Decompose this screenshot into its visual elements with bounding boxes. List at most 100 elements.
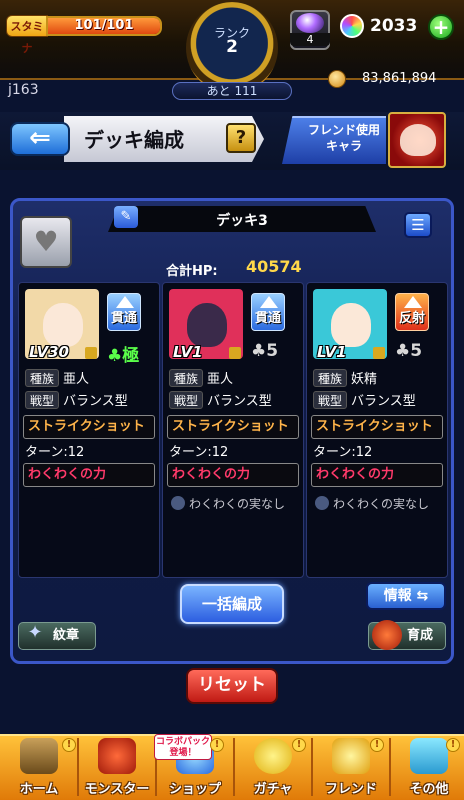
stamina-bar: 101/101 [46,16,162,36]
monster-level: LV1 [317,343,347,361]
heart-icon: ♥ [33,225,59,258]
help-button[interactable]: ? [226,123,256,153]
special-ability-label: わくわくの力 [23,463,155,487]
emblem-icon: ✦ [27,622,43,643]
skill-turn: ターン:12 [313,445,373,460]
rank-next-exp: あと 111 [172,82,292,100]
lock-icon [85,347,97,359]
alert-icon: ! [62,738,76,752]
nav-label: フレンド [324,782,377,797]
nav-label: その他 [409,782,449,797]
house-icon [20,738,58,774]
strike-shot-label: ストライクショット [167,415,299,439]
monster-race: 亜人 [63,372,90,387]
coin-icon [328,70,346,88]
special-ability-label: わくわくの力 [311,463,443,487]
rank-value: 2 [226,37,238,57]
type-tag: 戦型 [313,391,347,409]
strike-shot-label: ストライクショット [311,415,443,439]
monster-slot-2[interactable]: LV1 貫通 ♣5 種族 亜人 戦型 バランス型 ストライクショット ターン:12 … [162,282,304,578]
lock-icon [229,347,241,359]
monster-slot-1[interactable]: LV30 貫通 ♣極 種族 亜人 戦型 バランス型 ストライクショット ターン:12… [18,282,160,578]
type-tag: 戦型 [169,391,203,409]
user-id: j163 [8,82,39,98]
skill-turn: ターン:12 [169,445,229,460]
skill-turn: ターン:12 [25,445,85,460]
nav-label: ガチャ [253,782,293,797]
nav-monster[interactable]: モンスター [78,734,156,800]
crystal-count: 2033 [370,16,418,36]
type-row: 戦型 バランス型 [313,391,441,411]
dragon-icon [400,124,436,156]
buy-crystal-button[interactable]: + [428,14,454,40]
nav-label: ショップ [168,782,221,797]
race-tag: 種族 [25,369,59,387]
monster-icon [98,738,136,774]
race-row: 種族 亜人 [169,369,297,389]
fruit-label: わくわくの実なし [333,497,430,511]
alert-icon: ! [370,738,384,752]
race-tag: 種族 [169,369,203,387]
arrow-up-icon [404,296,422,308]
crystal-icon [340,14,364,38]
page-title: デッキ編成 [84,128,184,152]
deck-list-button[interactable]: ☰ [404,212,432,238]
arrow-up-icon [116,296,134,308]
orb-icon [296,13,324,33]
pencil-icon[interactable]: ✎ [114,206,138,228]
fruit-label: わくわくの実なし [189,497,286,511]
type-tag: 戦型 [25,391,59,409]
race-tag: 種族 [313,369,347,387]
alert-icon: ! [292,738,306,752]
monster-face [187,303,227,347]
nav-label: ホーム [19,782,59,797]
collab-pack-badge: コラボパック 登場！ [154,734,212,760]
race-row: 種族 亜人 [25,369,153,389]
strike-shot-label: ストライクショット [23,415,155,439]
gacha-icon [254,738,292,774]
friend-character-label: フレンド使用 キャラ [307,123,380,153]
monster-race: 妖精 [351,372,378,387]
alert-icon: ! [210,738,224,752]
fruit-icon [315,496,329,510]
back-button[interactable]: ⇐ [10,122,70,156]
monster-face [331,303,371,347]
monster-rarity: ♣5 [395,341,423,361]
arrow-up-icon [260,296,278,308]
alert-icon: ! [446,738,460,752]
fruit-icon [171,496,185,510]
ability-badge: 反射 [395,293,429,331]
reset-button[interactable]: リセット [186,668,278,704]
fruit-status: わくわくの実なし [315,495,429,512]
info-toggle-button[interactable]: 情報 ⇆ [366,582,446,610]
monster-face [43,303,83,347]
fruit-status: わくわくの実なし [171,495,285,512]
ability-label: 反射 [398,311,425,326]
bulk-edit-button[interactable]: 一括編成 [180,584,284,624]
monster-type: バランス型 [63,394,128,409]
monster-type: バランス型 [351,394,416,409]
total-hp-value: 40574 [246,257,302,276]
nav-label: モンスター [84,782,150,797]
race-row: 種族 妖精 [313,369,441,389]
special-ability-label: わくわくの力 [167,463,299,487]
lock-icon [373,347,385,359]
monster-level: LV1 [173,343,203,361]
monster-rarity: ♣5 [251,341,279,361]
monster-level: LV30 [29,343,69,361]
total-hp-label: 合計HP: [166,264,218,279]
dragon-icon [372,620,402,650]
ability-badge: 貫通 [107,293,141,331]
ability-label: 貫通 [254,311,281,326]
question-box-icon [410,738,448,774]
orb-count: 4 [290,33,330,46]
stamina-value: 101/101 [74,18,134,33]
type-row: 戦型 バランス型 [25,391,153,411]
monster-race: 亜人 [207,372,234,387]
monster-slot-3[interactable]: LV1 反射 ♣5 種族 妖精 戦型 バランス型 ストライクショット ターン:12 … [306,282,448,578]
ability-label: 貫通 [110,311,137,326]
stamina-label: スタミナ [6,15,48,55]
monster-type: バランス型 [207,394,272,409]
deck-name: デッキ3 [216,213,268,229]
ability-badge: 貫通 [251,293,285,331]
